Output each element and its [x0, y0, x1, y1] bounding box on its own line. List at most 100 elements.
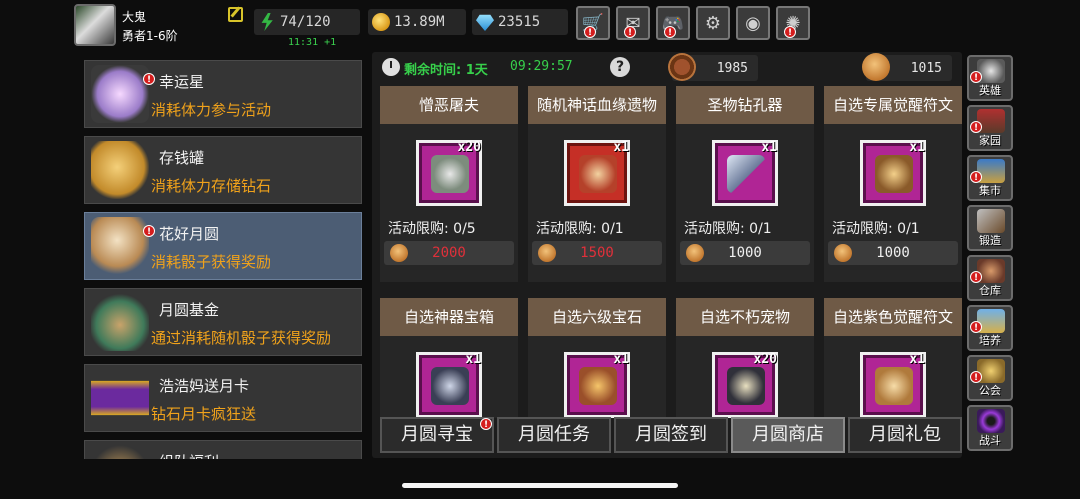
games-button[interactable]: 🎮 !: [656, 6, 690, 40]
item-quantity: x1: [761, 140, 777, 155]
firework-button[interactable]: ✺ !: [776, 6, 810, 40]
rabbit-mooncake-icon: [91, 217, 149, 275]
monthly-card-icon: [91, 369, 149, 427]
bread-currency: 1015: [862, 53, 952, 81]
tab-moon-signin[interactable]: 月圆签到: [614, 417, 728, 453]
purchase-limit: 活动限购: 0/5: [388, 221, 476, 237]
sidebar-label: 培养: [979, 334, 1001, 347]
event-item-full-moon[interactable]: ! 花好月圆 消耗骰子获得奖励: [84, 212, 362, 280]
item-quantity: x1: [465, 352, 481, 367]
gold-counter[interactable]: 13.89M: [368, 9, 466, 35]
event-item-monthly-card[interactable]: 浩浩妈送月卡 钻石月卡疯狂送: [84, 364, 362, 432]
event-item-piggy-bank[interactable]: 存钱罐 消耗体力存储钻石: [84, 136, 362, 204]
shop-item-card[interactable]: 圣物钻孔器 x1 活动限购: 0/1 1000: [676, 86, 814, 282]
event-item-moon-fund[interactable]: 月圆基金 通过消耗随机骰子获得奖励: [84, 288, 362, 356]
bread-token-icon: [390, 244, 408, 262]
gem-value: 23515: [498, 14, 541, 30]
item-quantity: x1: [909, 352, 925, 367]
shop-item-card[interactable]: 自选六级宝石 x1: [528, 298, 666, 418]
clock-icon: [382, 58, 400, 76]
tab-moon-gift[interactable]: 月圆礼包: [848, 417, 962, 453]
notification-badge: !: [143, 73, 155, 85]
sidebar-item-warehouse[interactable]: ! 仓库: [967, 255, 1013, 301]
event-list[interactable]: ! 幸运星 消耗体力参与活动 存钱罐 消耗体力存储钻石 ! 花好月圆 消耗骰子获…: [80, 54, 368, 459]
event-desc: 钻石月卡疯狂送: [151, 405, 257, 423]
mail-button[interactable]: ✉ !: [616, 6, 650, 40]
item-slot[interactable]: x1: [564, 352, 630, 418]
shop-item-card[interactable]: 随机神话血缘遗物 x1 活动限购: 0/1 1500: [528, 86, 666, 282]
shop-item-card[interactable]: 憎恶屠夫 x20 活动限购: 0/5 2000: [380, 86, 518, 282]
event-title: 组队福利: [159, 451, 219, 459]
item-slot[interactable]: x20: [712, 352, 778, 418]
home-indicator[interactable]: [402, 483, 678, 488]
purchase-limit: 活动限购: 0/1: [684, 221, 772, 237]
item-quantity: x1: [613, 140, 629, 155]
item-slot[interactable]: x1: [860, 352, 926, 418]
event-title: 幸运星: [159, 73, 205, 91]
shop-item-card[interactable]: 自选神器宝箱 x1: [380, 298, 518, 418]
lucky-star-icon: [91, 65, 149, 123]
remaining-time-value: 09:29:57: [510, 59, 573, 74]
buy-button[interactable]: 2000: [384, 241, 514, 265]
sidebar-label: 公会: [979, 384, 1001, 397]
shop-item-card[interactable]: 自选专属觉醒符文 x1 活动限购: 0/1 1000: [824, 86, 962, 282]
color-wheel-button[interactable]: ◉: [736, 6, 770, 40]
energy-icon: [261, 13, 273, 31]
sidebar-item-market[interactable]: ! 集市: [967, 155, 1013, 201]
sidebar-label: 战斗: [979, 434, 1001, 447]
item-slot[interactable]: x1: [860, 140, 926, 206]
event-item-lucky-star[interactable]: ! 幸运星 消耗体力参与活动: [84, 60, 362, 128]
sidebar-item-heroes[interactable]: ! 英雄: [967, 55, 1013, 101]
tab-moon-treasure[interactable]: 月圆寻宝 !: [380, 417, 494, 453]
bread-token-icon: [538, 244, 556, 262]
bread-token-icon: [686, 244, 704, 262]
sidebar-label: 家园: [979, 134, 1001, 147]
item-name: 自选六级宝石: [528, 298, 666, 336]
buy-button[interactable]: 1000: [680, 241, 810, 265]
edit-icon[interactable]: [228, 7, 243, 22]
notification-badge: !: [624, 26, 636, 38]
settings-button[interactable]: ⚙: [696, 6, 730, 40]
event-desc: 消耗骰子获得奖励: [151, 253, 272, 271]
help-icon[interactable]: ?: [610, 57, 630, 77]
artifact-chest-icon: [431, 367, 469, 405]
purchase-limit: 活动限购: 0/1: [832, 221, 920, 237]
sidebar-label: 集市: [979, 184, 1001, 197]
tab-moon-shop[interactable]: 月圆商店: [731, 417, 845, 453]
shop-cart-button[interactable]: 🛒 !: [576, 6, 610, 40]
rune-chest-icon: [875, 155, 913, 193]
energy-counter[interactable]: 74/120: [254, 9, 360, 35]
shop-item-card[interactable]: 自选紫色觉醒符文 x1: [824, 298, 962, 418]
sidebar-label: 锻造: [979, 234, 1001, 247]
shop-item-card[interactable]: 自选不朽宠物 x20: [676, 298, 814, 418]
item-quantity: x20: [753, 352, 777, 367]
item-slot[interactable]: x1: [416, 352, 482, 418]
item-quantity: x1: [909, 140, 925, 155]
item-slot[interactable]: x20: [416, 140, 482, 206]
event-desc: 消耗体力参与活动: [151, 101, 272, 119]
buy-button[interactable]: 1000: [828, 241, 958, 265]
sidebar-item-guild[interactable]: ! 公会: [967, 355, 1013, 401]
bread-count: 1015: [910, 60, 942, 76]
sidebar-item-forge[interactable]: 锻造: [967, 205, 1013, 251]
event-desc: 通过消耗随机骰子获得奖励: [151, 329, 332, 347]
sidebar-item-home[interactable]: ! 家园: [967, 105, 1013, 151]
tab-moon-tasks[interactable]: 月圆任务: [497, 417, 611, 453]
gem-icon: [476, 14, 494, 31]
notification-badge: !: [143, 225, 155, 237]
event-item-team-bonus[interactable]: 组队福利: [84, 440, 362, 459]
item-slot[interactable]: x1: [564, 140, 630, 206]
item-slot[interactable]: x1: [712, 140, 778, 206]
purple-rune-chest-icon: [875, 367, 913, 405]
item-quantity: x1: [613, 352, 629, 367]
bread-token-icon: [862, 53, 890, 81]
sidebar-item-training[interactable]: ! 培养: [967, 305, 1013, 351]
pet-chest-icon: [727, 367, 765, 405]
color-wheel-icon: ◉: [745, 12, 761, 34]
player-avatar[interactable]: [74, 4, 116, 46]
buy-button[interactable]: 1500: [532, 241, 662, 265]
sidebar-item-battle[interactable]: 战斗: [967, 405, 1013, 451]
item-name: 自选紫色觉醒符文: [824, 298, 962, 336]
remaining-time-label: 剩余时间: 1天: [404, 63, 488, 78]
gem-counter[interactable]: 23515: [472, 9, 568, 35]
